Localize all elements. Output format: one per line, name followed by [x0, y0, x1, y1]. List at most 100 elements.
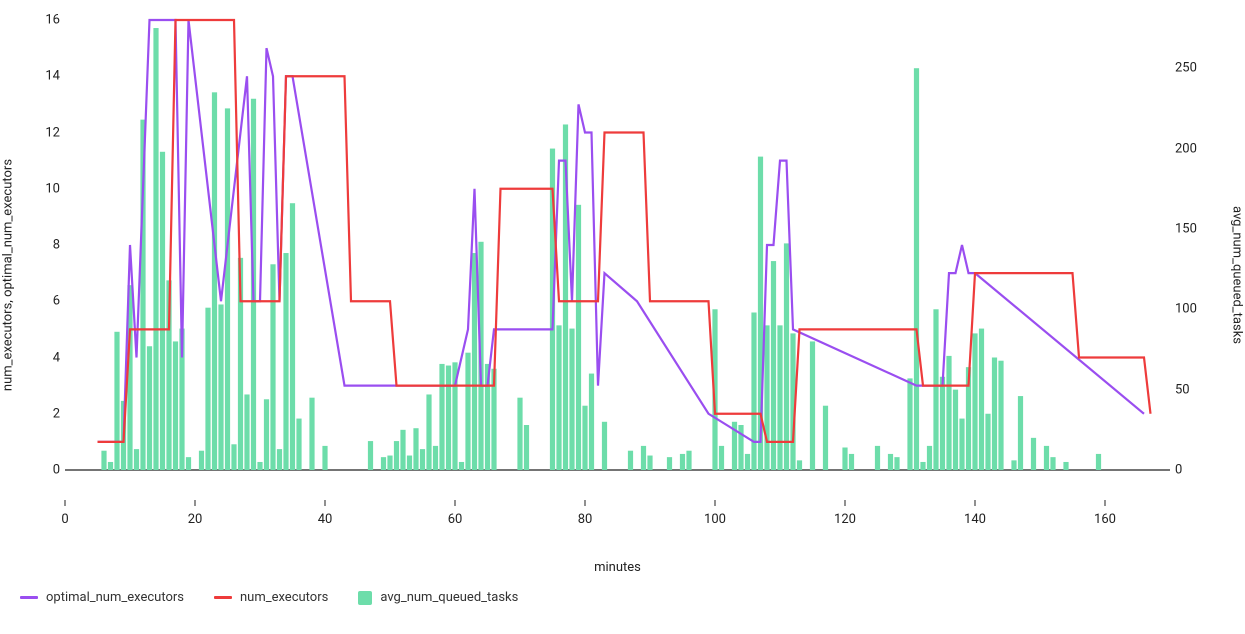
bar — [745, 454, 750, 470]
bar — [719, 446, 724, 470]
bar — [602, 422, 607, 470]
legend-item[interactable]: num_executors — [214, 590, 328, 605]
y-right-tick: 100 — [1175, 302, 1230, 317]
bar — [322, 446, 327, 470]
y-right-tick: 50 — [1175, 382, 1230, 397]
bar — [933, 309, 938, 470]
bar — [160, 152, 165, 470]
bar — [894, 457, 899, 470]
bar — [368, 441, 373, 470]
bar — [751, 313, 756, 471]
chart-container: num_executors, optimal_num_executors avg… — [0, 0, 1245, 634]
bar — [972, 333, 977, 470]
bar — [667, 457, 672, 470]
y-right-tick: 150 — [1175, 221, 1230, 236]
y-axis-right-label: avg_num_queued_tasks — [1230, 45, 1245, 505]
bar — [647, 456, 652, 470]
bar — [784, 243, 789, 470]
bar — [472, 253, 477, 470]
y-left-tick: 14 — [20, 69, 60, 84]
bar — [849, 454, 854, 470]
bar — [231, 444, 236, 470]
legend-square-icon — [358, 591, 372, 605]
bar — [257, 462, 262, 470]
bar — [1096, 454, 1101, 470]
bar — [628, 451, 633, 470]
bar — [173, 341, 178, 470]
bar — [985, 414, 990, 470]
bar — [777, 325, 782, 470]
bar — [1011, 460, 1016, 470]
bar — [517, 398, 522, 470]
y-left-tick: 4 — [20, 350, 60, 365]
y-axis-left-label: num_executors, optimal_num_executors — [1, 45, 16, 505]
bar — [400, 430, 405, 470]
legend-label: optimal_num_executors — [46, 590, 184, 605]
bar — [270, 264, 275, 470]
bar — [420, 449, 425, 470]
bar — [218, 304, 223, 470]
bar — [582, 406, 587, 470]
bar — [439, 364, 444, 470]
bar — [576, 205, 581, 470]
legend-item[interactable]: avg_num_queued_tasks — [358, 590, 518, 605]
bar — [680, 454, 685, 470]
bar — [296, 419, 301, 470]
bar — [907, 378, 912, 470]
x-tick: 80 — [565, 512, 605, 527]
y-left-tick: 2 — [20, 406, 60, 421]
bar — [1063, 462, 1068, 470]
bar — [309, 398, 314, 470]
y-left-tick: 16 — [20, 13, 60, 28]
bar — [147, 346, 152, 470]
y-left-tick: 8 — [20, 238, 60, 253]
bar — [810, 341, 815, 470]
bar — [927, 446, 932, 470]
bar — [842, 448, 847, 471]
bar — [108, 462, 113, 470]
y-right-tick: 250 — [1175, 61, 1230, 76]
legend-item[interactable]: optimal_num_executors — [20, 590, 184, 605]
bar — [394, 441, 399, 470]
bar — [264, 399, 269, 470]
legend-line-icon — [20, 596, 38, 599]
bar — [186, 457, 191, 470]
bar — [998, 361, 1003, 470]
bar — [134, 449, 139, 470]
bar — [459, 462, 464, 470]
y-left-tick: 6 — [20, 294, 60, 309]
bar — [153, 28, 158, 470]
bar — [387, 456, 392, 470]
bar — [641, 446, 646, 470]
y-left-tick: 0 — [20, 463, 60, 478]
bar — [823, 406, 828, 470]
bar — [953, 390, 958, 470]
bar — [283, 253, 288, 470]
bar — [433, 446, 438, 470]
bar — [225, 108, 230, 470]
chart-svg — [65, 20, 1170, 530]
legend-line-icon — [214, 596, 232, 599]
bar — [1044, 446, 1049, 470]
bar — [946, 356, 951, 470]
bar — [199, 451, 204, 470]
bar — [101, 451, 106, 470]
bar — [914, 68, 919, 470]
bar — [686, 451, 691, 470]
bar — [413, 428, 418, 470]
x-tick: 120 — [825, 512, 865, 527]
plot-area — [65, 20, 1170, 530]
bar — [114, 332, 119, 470]
bar — [589, 374, 594, 470]
bar — [205, 308, 210, 470]
bar — [940, 377, 945, 470]
bar — [446, 366, 451, 470]
bar — [407, 456, 412, 470]
bar — [920, 462, 925, 470]
bar — [556, 325, 561, 470]
x-tick: 140 — [955, 512, 995, 527]
bar — [465, 353, 470, 470]
bar — [764, 325, 769, 470]
bar — [1031, 438, 1036, 470]
bar — [771, 261, 776, 470]
